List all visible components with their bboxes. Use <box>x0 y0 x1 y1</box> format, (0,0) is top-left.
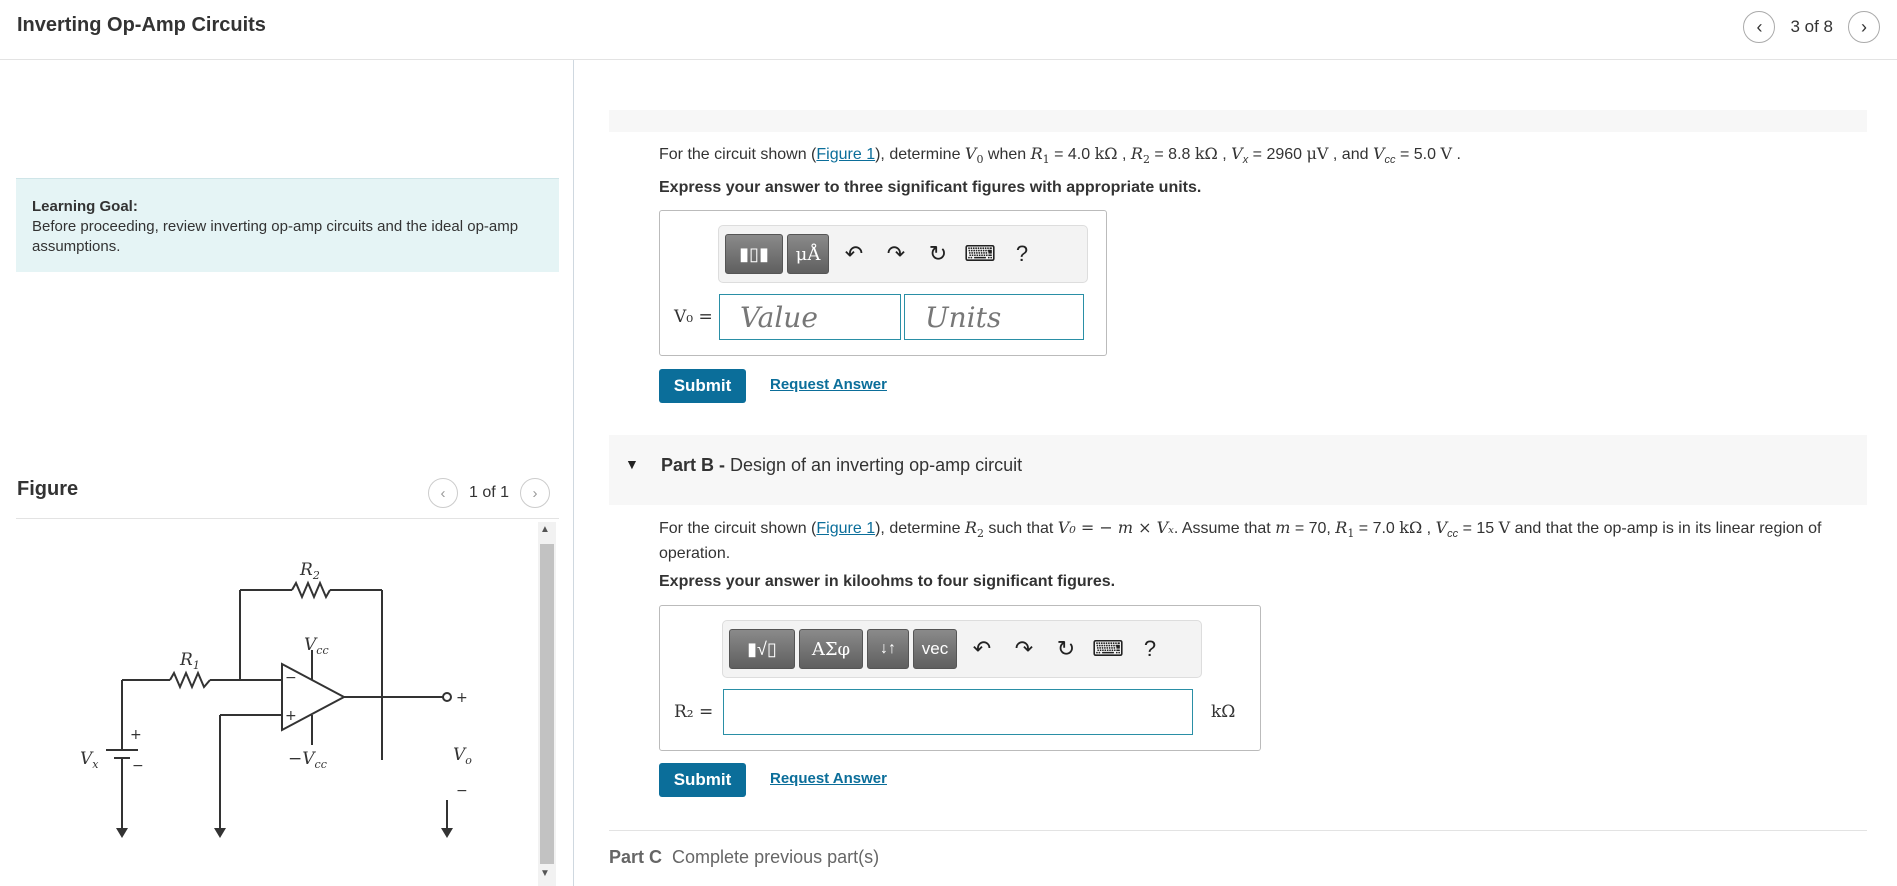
circuit-figure: R1 R2 Vcc −Vcc Vx Vo + − + − + − <box>80 560 472 838</box>
undo-icon[interactable]: ↶ <box>961 636 1003 662</box>
output-minus-sign: − <box>456 783 468 799</box>
part-a-submit-button[interactable]: Submit <box>659 369 746 403</box>
keyboard-icon[interactable]: ⌨ <box>959 241 1001 267</box>
figure-divider <box>16 518 559 519</box>
output-plus-sign: + <box>456 690 468 706</box>
part-a-question: For the circuit shown (Figure 1), determ… <box>659 144 1461 167</box>
next-figure-button[interactable]: › <box>520 478 551 508</box>
learning-goal: Learning Goal: Before proceeding, review… <box>16 178 559 272</box>
figure-pager: ‹ 1 of 1 › <box>428 478 551 508</box>
part-b-request-answer-link[interactable]: Request Answer <box>770 770 887 787</box>
subscript-superscript-button[interactable]: ↓↑ <box>867 629 909 669</box>
part-b-title: Part B - Design of an inverting op-amp c… <box>661 455 1023 475</box>
help-button[interactable]: ? <box>1001 241 1043 267</box>
page-title: Inverting Op-Amp Circuits <box>17 14 266 36</box>
greek-symbols-button[interactable]: ΑΣφ <box>799 629 863 669</box>
chevron-left-icon: ‹ <box>440 484 446 502</box>
part-c-label: Part C <box>609 847 663 867</box>
part-b-answer-box: ▮√▯ ΑΣφ ↓↑ vec ↶ ↷ ↻ ⌨ ? R₂ = kΩ <box>659 605 1261 751</box>
next-item-button[interactable]: › <box>1848 11 1880 43</box>
r2-label: R2 <box>299 560 320 582</box>
redo-icon[interactable]: ↷ <box>875 241 917 267</box>
figure-link[interactable]: Figure 1 <box>816 520 875 537</box>
learning-goal-title: Learning Goal: <box>32 198 138 215</box>
chevron-right-icon: › <box>1861 16 1867 37</box>
item-pager: ‹ 3 of 8 › <box>1743 11 1880 43</box>
part-b-toolbar: ▮√▯ ΑΣφ ↓↑ vec ↶ ↷ ↻ ⌨ ? <box>722 620 1202 678</box>
collapse-chevron-icon[interactable]: ▼ <box>625 456 639 472</box>
r2-value-input[interactable] <box>723 689 1193 735</box>
vcc-label: Vcc <box>304 635 329 657</box>
r2-label: R₂ = <box>674 702 714 722</box>
scroll-down-icon[interactable]: ▼ <box>540 868 550 879</box>
r2-unit-label: kΩ <box>1211 702 1236 722</box>
units-button[interactable]: μÅ <box>787 234 829 274</box>
r1-label: R1 <box>179 650 200 672</box>
template-icon: ▮▯▮ <box>739 243 769 264</box>
part-b-instruction: Express your answer in kiloohms to four … <box>659 573 1116 590</box>
neg-vcc-label: −Vcc <box>288 749 327 771</box>
part-c-status: Complete previous part(s) <box>672 847 880 867</box>
radical-template-icon: ▮√▯ <box>747 638 777 659</box>
part-a-answer-box: ▮▯▮ μÅ ↶ ↷ ↻ ⌨ ? V₀ = Value Units <box>659 210 1107 356</box>
scroll-up-icon[interactable]: ▲ <box>540 524 550 535</box>
reset-icon[interactable]: ↻ <box>917 241 959 267</box>
right-panel: For the circuit shown (Figure 1), determ… <box>575 60 1897 886</box>
keyboard-icon[interactable]: ⌨ <box>1087 636 1129 662</box>
opamp-plus-sign: + <box>285 708 297 724</box>
units-input[interactable]: Units <box>904 294 1084 340</box>
prev-item-button[interactable]: ‹ <box>1743 11 1776 43</box>
part-c-divider <box>609 830 1867 831</box>
chevron-right-icon: › <box>532 484 538 502</box>
figure-pager-text: 1 of 1 <box>469 484 510 501</box>
chevron-left-icon: ‹ <box>1756 16 1763 37</box>
part-a-instruction: Express your answer to three significant… <box>659 179 1202 196</box>
vo-label: Vo <box>453 745 472 767</box>
prev-figure-button[interactable]: ‹ <box>428 478 458 508</box>
part-a-request-answer-link[interactable]: Request Answer <box>770 376 887 393</box>
undo-icon[interactable]: ↶ <box>833 241 875 267</box>
vector-button[interactable]: vec <box>913 629 957 669</box>
templates-button[interactable]: ▮▯▮ <box>725 234 783 274</box>
reset-icon[interactable]: ↻ <box>1045 636 1087 662</box>
learning-goal-text: Before proceeding, review inverting op-a… <box>32 218 519 255</box>
left-panel: Learning Goal: Before proceeding, review… <box>0 60 574 886</box>
part-c-header: Part C Complete previous part(s) <box>609 847 879 868</box>
opamp-minus-sign: − <box>285 670 297 686</box>
header: Inverting Op-Amp Circuits ‹ 3 of 8 › <box>0 0 1897 60</box>
part-a-toolbar: ▮▯▮ μÅ ↶ ↷ ↻ ⌨ ? <box>718 225 1088 283</box>
figure-title: Figure <box>17 478 79 500</box>
item-pager-text: 3 of 8 <box>1790 17 1833 36</box>
templates-button[interactable]: ▮√▯ <box>729 629 795 669</box>
figure-scrollbar-thumb[interactable] <box>540 544 554 864</box>
figure-link[interactable]: Figure 1 <box>816 146 875 163</box>
part-a-header-band <box>609 110 1867 132</box>
battery-plus-sign: + <box>130 727 142 743</box>
help-button[interactable]: ? <box>1129 636 1171 662</box>
value-input[interactable]: Value <box>719 294 901 340</box>
part-b-submit-button[interactable]: Submit <box>659 763 746 797</box>
battery-minus-sign: − <box>132 758 144 774</box>
part-b-question: For the circuit shown (Figure 1), determ… <box>659 518 1822 563</box>
v0-label: V₀ = <box>674 307 713 327</box>
vx-label: Vx <box>80 749 99 771</box>
redo-icon[interactable]: ↷ <box>1003 636 1045 662</box>
